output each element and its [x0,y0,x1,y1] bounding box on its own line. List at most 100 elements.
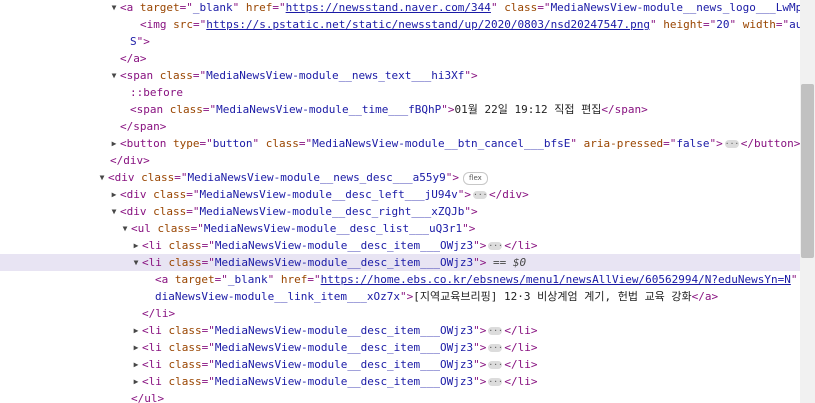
dom-node-row[interactable]: ▶ <div class="MediaNewsView-module__desc_… [0,186,800,203]
attribute-value: MediaNewsView-module__news_desc___a55y9 [187,171,446,184]
tag-token: =" [201,358,215,371]
attribute-value: auto [789,18,800,31]
text-node: 01월 22일 19:12 직접 편집 [454,103,602,116]
node-markup: </a> [120,50,147,67]
tag-token: </li> [504,358,538,371]
dom-node-row[interactable]: diaNewsView-module__link_item___xOz7x">[… [0,288,800,305]
attribute-value: MediaNewsView-module__desc_left___jU94v [199,188,458,201]
dom-node-row[interactable]: </span> [0,118,800,135]
attribute-name: class [141,171,175,184]
attribute-name: width [742,18,776,31]
tag-token: "> [464,205,478,218]
caret-down-icon[interactable]: ▼ [131,254,141,271]
dom-node-row[interactable]: <a target="_blank" href="https://home.eb… [0,271,800,288]
dom-node-row[interactable]: ▼ <div class="MediaNewsView-module__news_… [0,169,800,186]
ellipsis-expand-button[interactable]: ··· [488,344,503,352]
dom-node-row[interactable]: ▼ <span class="MediaNewsView-module__news… [0,67,800,84]
dom-node-row[interactable]: ▶ <li class="MediaNewsView-module__desc_i… [0,373,800,390]
attribute-value: MediaNewsView-module__desc_item___OWjz3 [214,375,474,388]
tag-token: =" [537,1,551,14]
ellipsis-expand-button[interactable]: ··· [488,361,503,369]
caret-right-icon[interactable]: ▶ [131,237,141,254]
attribute-value: MediaNewsView-module__desc_right___xZQJb [199,205,465,218]
dom-node-row[interactable]: ▼ <li class="MediaNewsView-module__desc_i… [0,254,800,271]
tag-token: " [649,18,664,31]
caret-right-icon[interactable]: ▶ [131,356,141,373]
attribute-link[interactable]: https://s.pstatic.net/static/newsstand/u… [206,18,650,31]
caret-down-icon[interactable]: ▼ [97,169,107,186]
dom-node-row[interactable]: ▶ <button type="button" class="MediaNewsV… [0,135,800,152]
caret-down-icon[interactable]: ▼ [109,203,119,220]
tag-token: =" [192,69,207,82]
tag-token: =" [298,137,313,150]
attribute-link[interactable]: https://newsstand.naver.com/344 [286,1,491,14]
tag-token: </div> [489,188,529,201]
tag-token: <div [120,188,154,201]
caret-down-icon[interactable]: ▼ [109,0,119,16]
tag-token: " [570,137,584,150]
dom-node-row[interactable]: <span class="MediaNewsView-module__time_… [0,101,800,118]
dom-node-row[interactable]: ▼ <ul class="MediaNewsView-module__desc_l… [0,220,800,237]
dom-node-row[interactable]: ▼ <div class="MediaNewsView-module__desc_… [0,203,800,220]
caret-down-icon[interactable]: ▼ [109,67,119,84]
tag-token: </li> [142,307,176,320]
tag-token: =" [663,137,677,150]
dom-node-row[interactable]: ▶ <li class="MediaNewsView-module__desc_i… [0,322,800,339]
node-markup: <span class="MediaNewsView-module__news_… [120,67,478,84]
flex-badge[interactable]: flex [463,171,488,185]
pseudo-element: ::before [130,86,183,99]
node-markup: <li class="MediaNewsView-module__desc_it… [142,254,526,271]
caret-right-icon[interactable]: ▶ [131,339,141,356]
tag-token: <img [140,18,174,31]
attribute-value: MediaNewsView-module__desc_item___OWjz3 [214,324,474,337]
node-markup: diaNewsView-module__link_item___xOz7x">[… [155,288,718,305]
tag-token: =" [193,18,207,31]
ellipsis-expand-button[interactable]: ··· [724,140,739,148]
tag-token: </span> [601,103,648,116]
caret-down-icon[interactable]: ▼ [120,220,130,237]
ellipsis-expand-button[interactable]: ··· [488,327,503,335]
caret-right-icon[interactable]: ▶ [109,135,119,152]
tag-token: <li [142,324,169,337]
attribute-link[interactable]: https://home.ebs.co.kr/ebsnews/menu1/new… [321,273,791,286]
dom-node-row[interactable]: </ul> [0,390,800,403]
attribute-value: MediaNewsView-module__time___fBQhP [216,103,442,116]
tag-token: <span [120,69,160,82]
dom-node-row[interactable]: <img src="https://s.pstatic.net/static/n… [0,16,800,33]
dom-node-row[interactable]: </div> [0,152,800,169]
node-markup: </span> [120,118,166,135]
attribute-name: class [153,205,187,218]
attribute-name: class [504,1,538,14]
dom-node-row[interactable]: ▼ <a target="_blank" href="https://newsst… [0,0,800,16]
dom-node-row[interactable]: S"> [0,33,800,50]
tag-token: =" [201,324,215,337]
tag-token: </ul> [131,392,165,403]
dom-node-row[interactable]: ▶ <li class="MediaNewsView-module__desc_i… [0,339,800,356]
dom-node-row[interactable]: </li> [0,305,800,322]
tag-token: </li> [504,375,538,388]
tag-token: =" [201,239,215,252]
node-markup: <li class="MediaNewsView-module__desc_it… [142,356,538,373]
tag-token: "> [473,341,487,354]
caret-right-icon[interactable]: ▶ [109,186,119,203]
tag-token: </a> [120,52,147,65]
attribute-name: class [168,341,202,354]
tag-token: "> [462,222,476,235]
scrollbar-thumb[interactable] [801,84,814,258]
dom-node-row[interactable]: ▶ <li class="MediaNewsView-module__desc_i… [0,237,800,254]
node-markup: <ul class="MediaNewsView-module__desc_li… [131,220,475,237]
ellipsis-expand-button[interactable]: ··· [473,191,487,199]
ellipsis-expand-button[interactable]: ··· [488,242,503,250]
dom-node-row[interactable]: ▶ <li class="MediaNewsView-module__desc_i… [0,356,800,373]
tag-token: <div [108,171,142,184]
tag-token: <a [155,273,175,286]
caret-right-icon[interactable]: ▶ [131,322,141,339]
dom-node-row[interactable]: ::before [0,84,800,101]
tag-token: <span [130,103,170,116]
node-markup: <img src="https://s.pstatic.net/static/n… [140,16,800,33]
caret-right-icon[interactable]: ▶ [131,373,141,390]
node-markup: <li class="MediaNewsView-module__desc_it… [142,237,538,254]
node-markup: <li class="MediaNewsView-module__desc_it… [142,322,538,339]
ellipsis-expand-button[interactable]: ··· [488,378,503,386]
dom-node-row[interactable]: </a> [0,50,800,67]
